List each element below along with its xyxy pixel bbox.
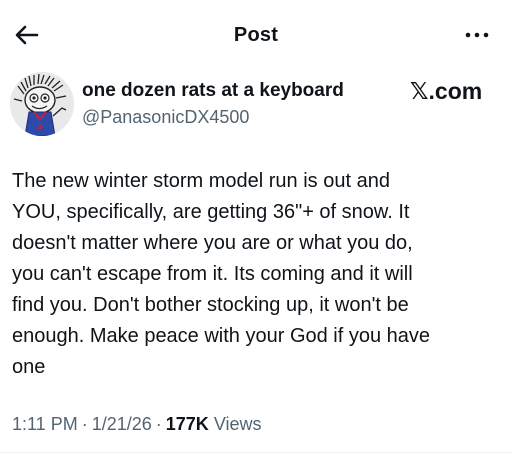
avatar[interactable]: 3 bbox=[10, 72, 74, 136]
post-header: Post bbox=[0, 0, 512, 68]
source-watermark: 𝕏.com bbox=[410, 78, 483, 104]
page-title: Post bbox=[233, 24, 279, 46]
post-text-line: you can't escape from it. Its coming and… bbox=[12, 263, 413, 285]
post-author: 3 one dozen rats at a keyboard @Panasoni… bbox=[0, 70, 512, 136]
author-handle[interactable]: @PanasonicDX4500 bbox=[82, 107, 249, 128]
author-display-name[interactable]: one dozen rats at a keyboard bbox=[82, 80, 344, 102]
meta-separator: · bbox=[155, 414, 162, 434]
post-text-line: YOU, specifically, are getting 36"+ of s… bbox=[12, 201, 410, 223]
more-options-button[interactable] bbox=[462, 24, 492, 46]
views-count[interactable]: 177K bbox=[166, 414, 209, 434]
post-time[interactable]: 1:11 PM bbox=[12, 414, 78, 434]
post-text-line: find you. Don't bother stocking up, it w… bbox=[12, 294, 409, 316]
post-text-line: enough. Make peace with your God if you … bbox=[12, 325, 431, 347]
post-text-line: doesn't matter where you are or what you… bbox=[12, 232, 413, 254]
post-meta: 1:11 PM · 1/21/26 · 177K Views bbox=[12, 414, 262, 435]
meta-separator: · bbox=[81, 414, 88, 434]
post-date[interactable]: 1/21/26 bbox=[92, 414, 152, 434]
divider bbox=[0, 452, 512, 453]
post-text: The new winter storm model run is out an… bbox=[12, 166, 502, 383]
post-text-line: one bbox=[12, 356, 46, 378]
post-text-line: The new winter storm model run is out an… bbox=[12, 170, 390, 192]
more-options-icon bbox=[465, 32, 489, 38]
avatar-cartoon-rat-icon: 3 bbox=[10, 72, 74, 136]
views-label: Views bbox=[213, 414, 262, 434]
svg-text:3: 3 bbox=[37, 122, 43, 131]
